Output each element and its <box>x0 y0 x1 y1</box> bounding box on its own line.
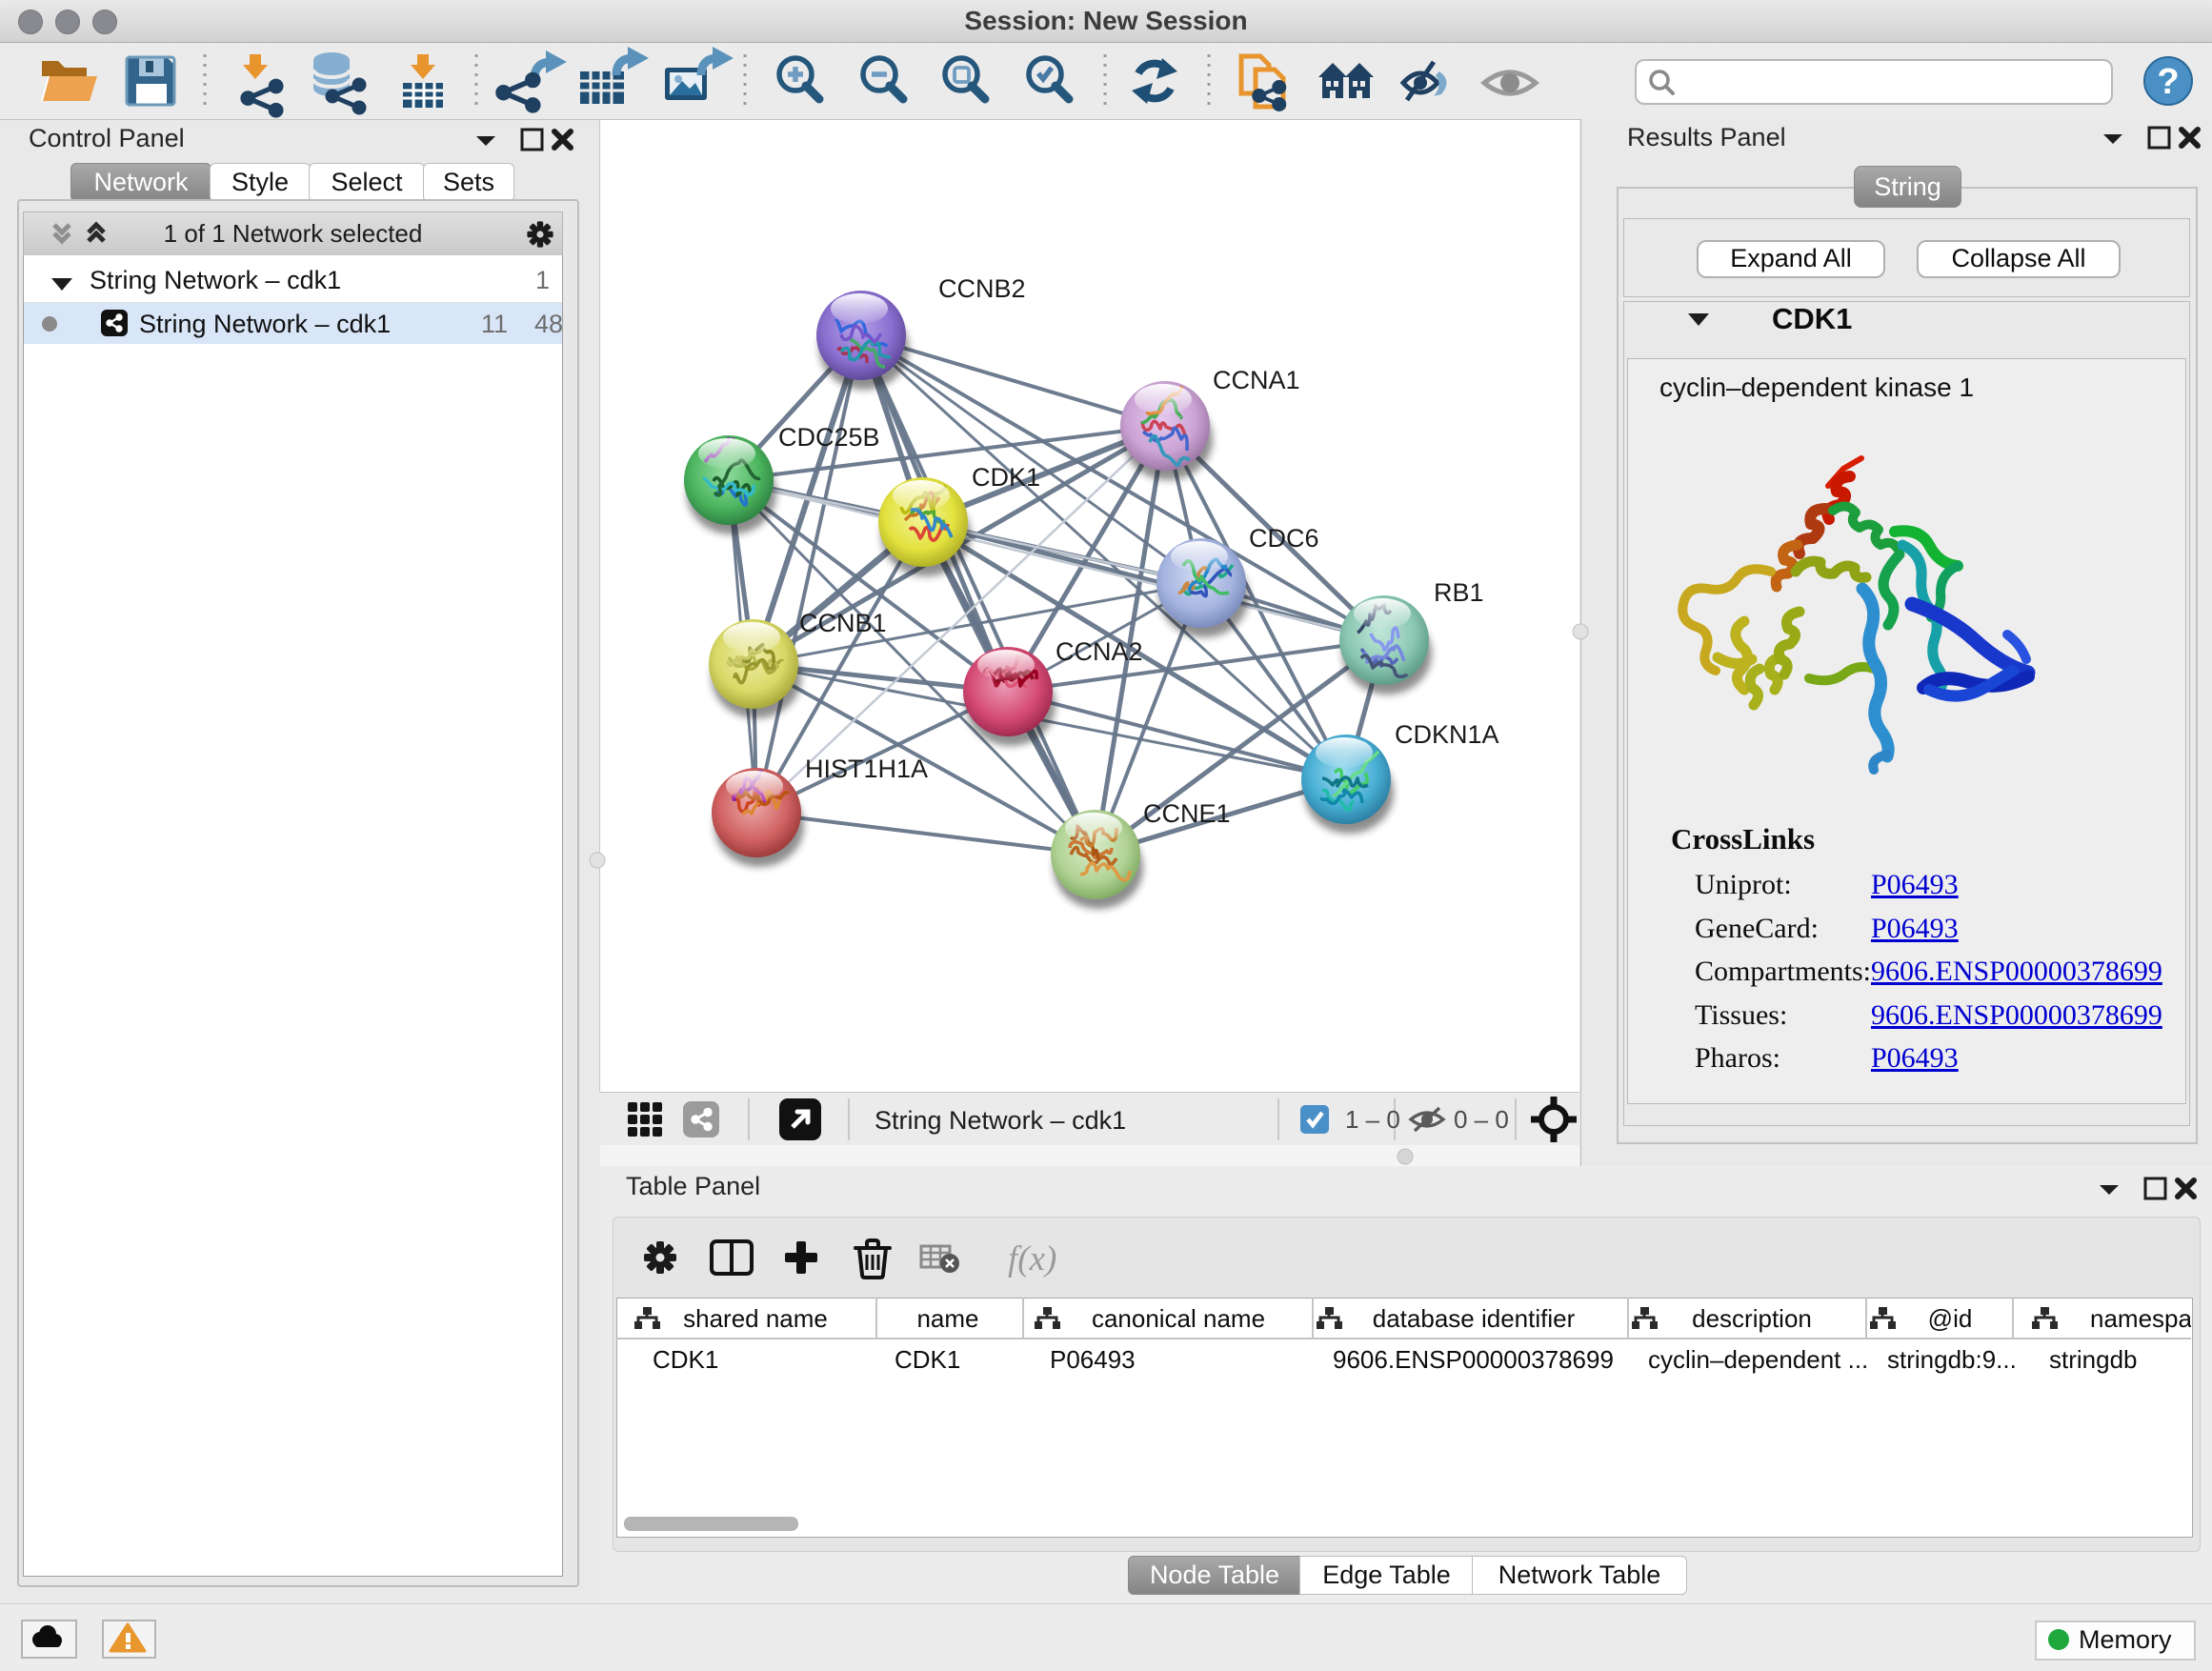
svg-text:String Network – cdk1: String Network – cdk1 <box>875 1106 1126 1135</box>
svg-text:HIST1H1A: HIST1H1A <box>805 755 928 783</box>
svg-text:CDK1: CDK1 <box>895 1345 960 1374</box>
svg-text:f(x): f(x) <box>1008 1239 1056 1278</box>
svg-text:CCNA2: CCNA2 <box>1056 637 1143 666</box>
svg-text:0 – 0: 0 – 0 <box>1454 1105 1509 1134</box>
svg-text:database identifier: database identifier <box>1373 1304 1576 1333</box>
svg-text:CCNB1: CCNB1 <box>799 609 887 637</box>
svg-text:stringdb:9...: stringdb:9... <box>1887 1345 2017 1374</box>
svg-text:P06493: P06493 <box>1050 1345 1136 1374</box>
svg-text:9606.ENSP00000378699: 9606.ENSP00000378699 <box>1333 1345 1614 1374</box>
svg-text:namespace: namespace <box>2090 1304 2191 1333</box>
svg-text:RB1: RB1 <box>1434 578 1484 607</box>
svg-text:?: ? <box>2157 62 2179 102</box>
svg-text:CCNA1: CCNA1 <box>1213 366 1300 394</box>
svg-text:description: description <box>1692 1304 1812 1333</box>
svg-text:CCNE1: CCNE1 <box>1143 799 1231 828</box>
svg-text:CDC25B: CDC25B <box>778 423 880 452</box>
svg-text:cyclin–dependent ...: cyclin–dependent ... <box>1648 1345 1868 1374</box>
svg-text:CDK1: CDK1 <box>972 463 1040 492</box>
svg-text:CDK1: CDK1 <box>653 1345 718 1374</box>
svg-text:shared name: shared name <box>683 1304 828 1333</box>
svg-text:stringdb: stringdb <box>2049 1345 2138 1374</box>
svg-text:@id: @id <box>1928 1304 1973 1333</box>
svg-text:CDKN1A: CDKN1A <box>1395 720 1499 749</box>
svg-text:1 – 0: 1 – 0 <box>1345 1105 1400 1134</box>
svg-text:canonical name: canonical name <box>1092 1304 1265 1333</box>
svg-text:CCNB2: CCNB2 <box>938 274 1026 303</box>
svg-text:name: name <box>916 1304 978 1333</box>
svg-text:CDC6: CDC6 <box>1249 524 1319 553</box>
